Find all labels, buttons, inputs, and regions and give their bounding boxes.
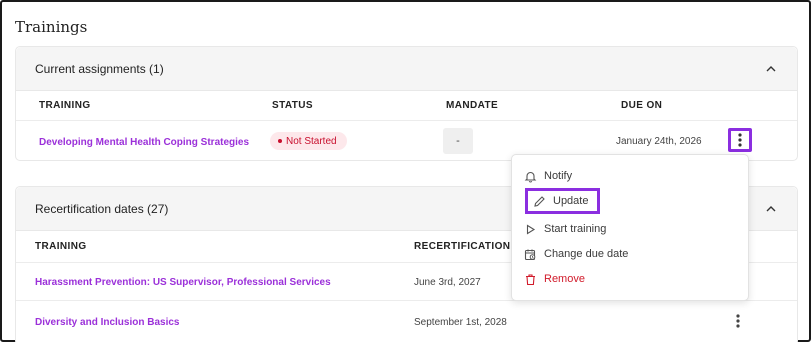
bell-icon <box>524 171 537 183</box>
col-status: STATUS <box>272 100 313 111</box>
training-link[interactable]: Diversity and Inclusion Basics <box>35 317 180 328</box>
col-training: TRAINING <box>39 100 91 111</box>
mandate-value: - <box>443 128 473 154</box>
col-due-on: DUE ON <box>621 100 663 111</box>
menu-item-label: Change due date <box>544 248 629 260</box>
training-link[interactable]: Developing Mental Health Coping Strategi… <box>39 137 249 148</box>
row-actions-button[interactable] <box>728 128 752 152</box>
chevron-up-icon[interactable] <box>764 202 778 216</box>
row-divider <box>16 120 797 121</box>
current-assignments-card: Current assignments (1) TRAINING STATUS … <box>15 46 798 161</box>
menu-item-start-training[interactable]: Start training <box>524 216 606 242</box>
menu-item-label: Update <box>553 195 589 207</box>
page-title: Trainings <box>15 18 88 36</box>
status-badge-label: Not Started <box>286 135 337 147</box>
recertification-title: Recertification dates (27) <box>35 201 169 216</box>
menu-item-update[interactable]: Update <box>525 188 601 214</box>
due-on-value: January 24th, 2026 <box>616 136 702 147</box>
menu-item-change-due-date[interactable]: Change due date <box>524 241 628 267</box>
row-actions-menu: Notify Update Start training Change due … <box>511 154 749 301</box>
menu-item-label: Notify <box>544 170 573 182</box>
col-training: TRAINING <box>35 241 87 252</box>
calendar-clock-icon <box>524 249 536 260</box>
menu-item-label: Start training <box>544 223 607 235</box>
col-recertification-date: RECERTIFICATION D <box>414 241 522 252</box>
training-link[interactable]: Harassment Prevention: US Supervisor, Pr… <box>35 277 331 288</box>
menu-item-label: Remove <box>544 273 585 285</box>
kebab-icon <box>738 133 742 147</box>
row-actions-button[interactable] <box>726 309 750 333</box>
menu-item-notify[interactable]: Notify <box>524 163 572 189</box>
recert-date: September 1st, 2028 <box>414 317 507 328</box>
pencil-icon <box>534 195 545 207</box>
chevron-up-icon[interactable] <box>764 62 778 76</box>
status-dot <box>278 139 282 143</box>
col-mandate: MANDATE <box>446 100 499 111</box>
status-badge: Not Started <box>270 132 347 150</box>
current-assignments-header[interactable]: Current assignments (1) <box>16 47 797 91</box>
recert-date: June 3rd, 2027 <box>414 277 481 288</box>
play-icon <box>526 224 536 234</box>
current-assignments-title: Current assignments (1) <box>35 61 164 76</box>
kebab-icon <box>736 314 740 328</box>
menu-item-remove[interactable]: Remove <box>524 266 585 292</box>
trash-icon <box>526 273 535 285</box>
